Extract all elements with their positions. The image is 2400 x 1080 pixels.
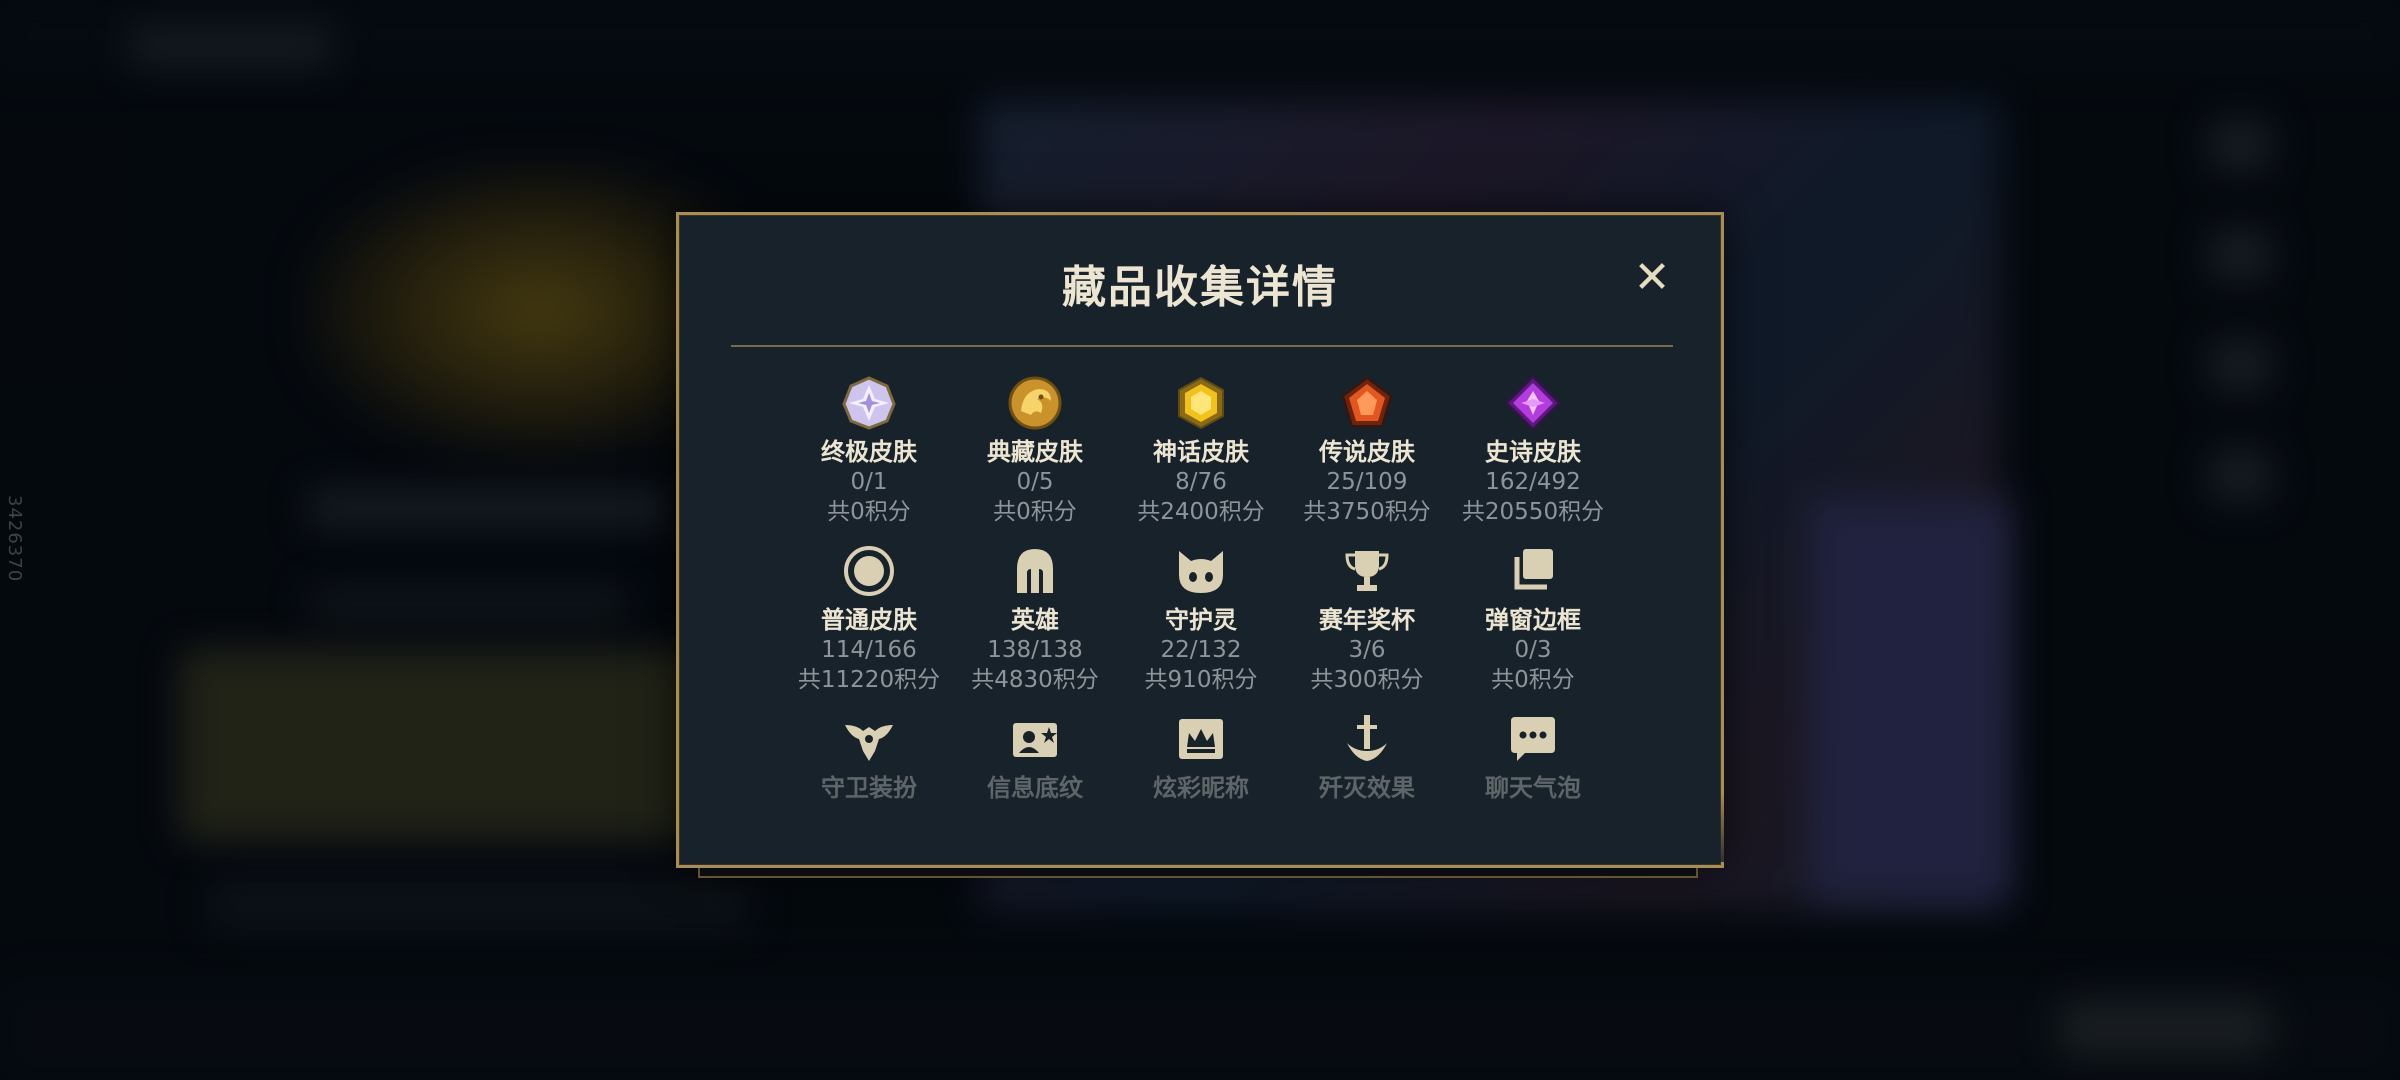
legendary-skin-icon bbox=[1341, 376, 1393, 427]
item-label: 传说皮肤 bbox=[1319, 438, 1415, 466]
collection-item-finisher[interactable]: 歼灭效果 bbox=[1283, 711, 1451, 803]
collection-item-normal[interactable]: 普通皮肤 114/166 共11220积分 bbox=[785, 543, 953, 695]
collection-item-ultimate[interactable]: 终极皮肤 0/1 共0积分 bbox=[785, 375, 953, 527]
collection-row: 普通皮肤 114/166 共11220积分 英雄 138/138 共4830积分 bbox=[679, 543, 1721, 703]
item-label: 聊天气泡 bbox=[1485, 774, 1581, 802]
item-points: 共0积分 bbox=[827, 499, 911, 525]
colorful-nickname-icon bbox=[1179, 719, 1223, 759]
popup-frame-icon bbox=[1514, 549, 1553, 590]
item-count: 0/3 bbox=[1514, 637, 1552, 663]
collection-item-guardian[interactable]: 守护灵 22/132 共910积分 bbox=[1117, 543, 1285, 695]
item-label: 终极皮肤 bbox=[821, 438, 917, 466]
profile-banner-icon bbox=[1013, 723, 1057, 757]
item-label: 英雄 bbox=[1011, 606, 1059, 634]
trophy-icon bbox=[1345, 551, 1389, 591]
item-label: 信息底纹 bbox=[987, 774, 1083, 802]
item-count: 25/109 bbox=[1326, 469, 1408, 495]
prestige-skin-icon bbox=[1008, 376, 1062, 430]
collection-item-ward[interactable]: 守卫装扮 bbox=[785, 711, 953, 803]
collection-item-champion[interactable]: 英雄 138/138 共4830积分 bbox=[951, 543, 1119, 695]
item-count: 0/5 bbox=[1016, 469, 1054, 495]
guardian-spirit-icon bbox=[1179, 551, 1223, 593]
game-screen: 3426370 藏品收集详情 ✕ 终极皮肤 0/1 共0积分 典藏皮肤 0/5 … bbox=[0, 0, 2400, 1080]
title-divider bbox=[731, 345, 1673, 347]
collection-item-prestige[interactable]: 典藏皮肤 0/5 共0积分 bbox=[951, 375, 1119, 527]
item-points: 共0积分 bbox=[1491, 667, 1575, 693]
item-points: 共910积分 bbox=[1144, 667, 1258, 693]
epic-skin-icon bbox=[1505, 375, 1561, 431]
ward-skin-icon bbox=[845, 725, 893, 761]
item-count: 22/132 bbox=[1160, 637, 1242, 663]
item-count: 138/138 bbox=[987, 637, 1083, 663]
item-label: 神话皮肤 bbox=[1153, 438, 1249, 466]
collection-item-trophy[interactable]: 赛年奖杯 3/6 共300积分 bbox=[1283, 543, 1451, 695]
ultimate-skin-icon bbox=[842, 376, 896, 430]
collection-details-dialog: 藏品收集详情 ✕ 终极皮肤 0/1 共0积分 典藏皮肤 0/5 共0积分 神话皮… bbox=[676, 212, 1724, 868]
close-button[interactable]: ✕ bbox=[1629, 255, 1675, 301]
item-label: 普通皮肤 bbox=[821, 606, 917, 634]
mythic-skin-icon bbox=[1178, 376, 1224, 430]
item-label: 典藏皮肤 bbox=[987, 438, 1083, 466]
collection-item-popup-frame[interactable]: 弹窗边框 0/3 共0积分 bbox=[1449, 543, 1617, 695]
collection-item-legendary[interactable]: 传说皮肤 25/109 共3750积分 bbox=[1283, 375, 1451, 527]
normal-skin-icon bbox=[844, 546, 894, 596]
side-id-text: 3426370 bbox=[4, 495, 25, 583]
item-label: 守护灵 bbox=[1165, 606, 1237, 634]
collection-item-mythic[interactable]: 神话皮肤 8/76 共2400积分 bbox=[1117, 375, 1285, 527]
item-label: 史诗皮肤 bbox=[1485, 438, 1581, 466]
item-count: 162/492 bbox=[1485, 469, 1581, 495]
item-count: 8/76 bbox=[1175, 469, 1227, 495]
collection-item-chat-bubble[interactable]: 聊天气泡 bbox=[1449, 711, 1617, 803]
item-points: 共0积分 bbox=[993, 499, 1077, 525]
item-count: 3/6 bbox=[1348, 637, 1386, 663]
item-points: 共4830积分 bbox=[971, 667, 1099, 693]
item-points: 共2400积分 bbox=[1137, 499, 1265, 525]
item-count: 0/1 bbox=[850, 469, 888, 495]
collection-item-epic[interactable]: 史诗皮肤 162/492 共20550积分 bbox=[1449, 375, 1617, 527]
chat-bubble-icon bbox=[1511, 717, 1555, 761]
item-label: 炫彩昵称 bbox=[1153, 774, 1249, 802]
item-points: 共3750积分 bbox=[1303, 499, 1431, 525]
item-label: 赛年奖杯 bbox=[1319, 606, 1415, 634]
finisher-effect-icon bbox=[1347, 715, 1387, 761]
item-label: 歼灭效果 bbox=[1319, 774, 1415, 802]
item-points: 共20550积分 bbox=[1461, 499, 1605, 525]
collection-row: 终极皮肤 0/1 共0积分 典藏皮肤 0/5 共0积分 神话皮肤 8/76 共2… bbox=[679, 375, 1721, 535]
item-label: 守卫装扮 bbox=[821, 774, 917, 802]
collection-item-profile-banner[interactable]: 信息底纹 bbox=[951, 711, 1119, 803]
collection-row: 守卫装扮 信息底纹 炫彩昵称 歼灭效果 聊天气泡 bbox=[679, 711, 1721, 871]
item-points: 共300积分 bbox=[1310, 667, 1424, 693]
item-label: 弹窗边框 bbox=[1485, 606, 1581, 634]
dialog-title: 藏品收集详情 bbox=[1062, 262, 1338, 313]
item-count: 114/166 bbox=[821, 637, 917, 663]
collection-item-nickname[interactable]: 炫彩昵称 bbox=[1117, 711, 1285, 803]
item-points: 共11220积分 bbox=[797, 667, 941, 693]
champion-helmet-icon bbox=[1017, 549, 1053, 593]
